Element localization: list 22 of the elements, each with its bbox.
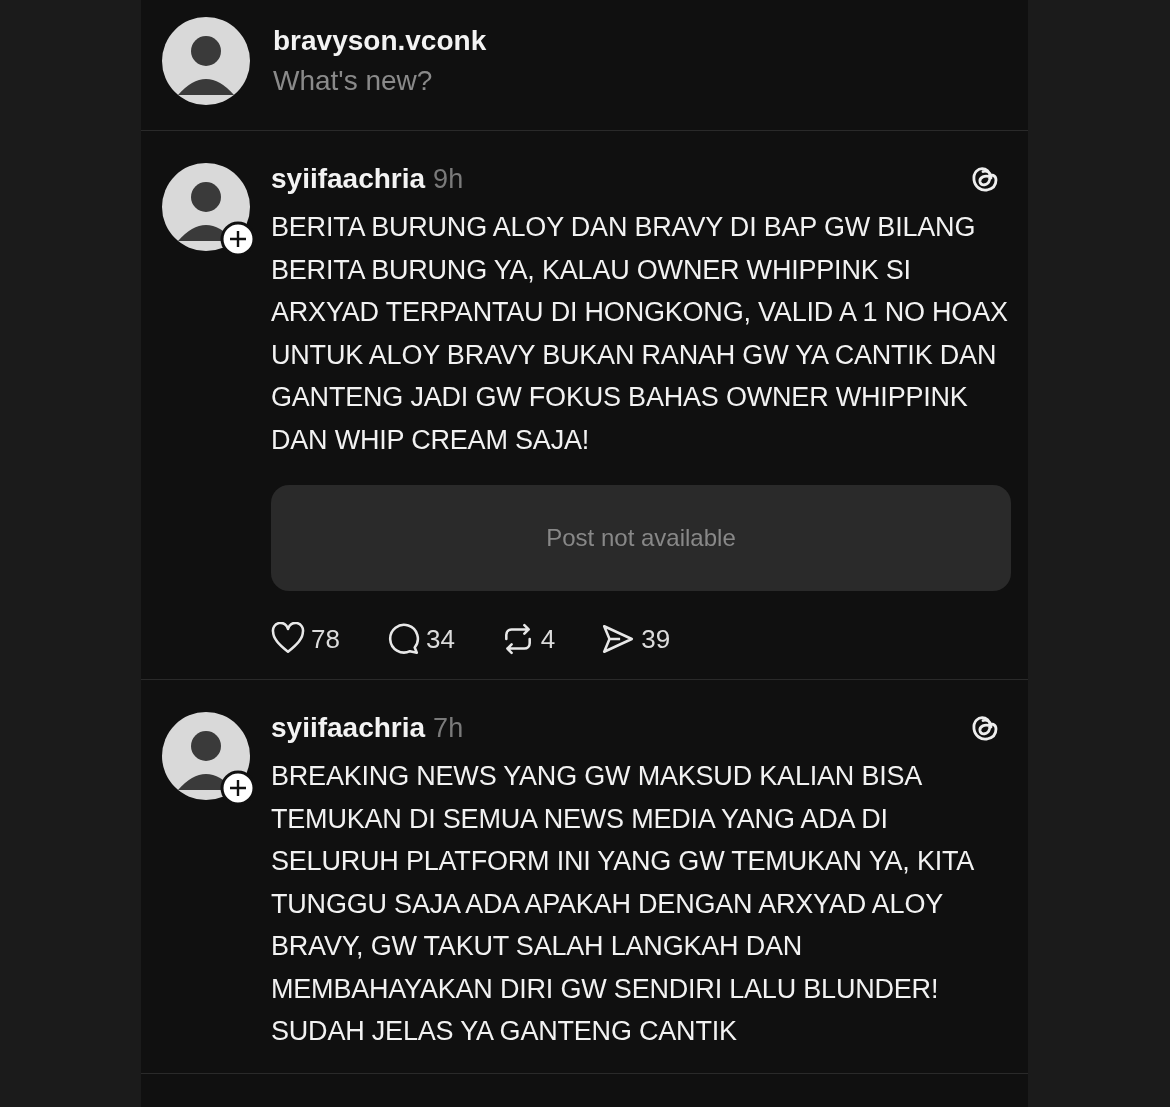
action-button[interactable]: 78 xyxy=(271,622,340,656)
plus-icon[interactable] xyxy=(220,770,256,806)
action-button[interactable]: 4 xyxy=(500,622,556,656)
count: 78 xyxy=(311,623,340,655)
input-field[interactable]: What's new? xyxy=(273,65,573,97)
avatar-icon[interactable] xyxy=(162,17,250,105)
action-button[interactable]: 34 xyxy=(385,622,455,656)
action-button[interactable]: 39 xyxy=(601,622,671,656)
count: 34 xyxy=(425,623,455,655)
username[interactable]: bravyson.vconk xyxy=(273,25,573,57)
count: 39 xyxy=(641,623,671,655)
post-text: BREAKING NEWS YANG GW MAKSUD KALIAN BISA TEMUKAN DI SEMUA NEWS MEDIA YANG ADA DI SELURUH PLATFORM INI YANG GW TEMUKAN YA, KITA TUNGGU SAJA ADA APAKAH DENGAN ARXYAD ALOY BRAVY, GW TAKUT SALAH LANGKAH DAN MEMBAHAYAKAN DIRI GW SENDIRI LALU BLUNDER! SUDAH JELAS YA GANTENG CANTIK xyxy=(271,760,975,1048)
timestamp: 9h xyxy=(433,163,464,195)
quoted-post-card: Post not available xyxy=(271,485,1011,591)
username[interactable]: syiifaachria xyxy=(271,712,426,744)
timestamp: 7h xyxy=(433,712,464,744)
heart-icon xyxy=(271,622,305,656)
plus-icon[interactable] xyxy=(220,221,256,257)
username[interactable]: syiifaachria xyxy=(271,163,426,195)
count: 4 xyxy=(540,623,556,655)
paper-plane-icon xyxy=(601,622,636,656)
post-text: BERITA BURUNG ALOY DAN BRAVY DI BAP GW BILANG BERITA BURUNG YA, KALAU OWNER WHIPPINK SI ARXYAD TERPANTAU DI HONGKONG, VALID A 1 NO HOAX UNTUK ALOY BRAVY BUKAN RANAH GW YA CANTIK DAN GANTENG JADI GW FOKUS BAHAS OWNER WHIPPINK DAN WHIP CREAM SAJA! xyxy=(271,211,1009,457)
